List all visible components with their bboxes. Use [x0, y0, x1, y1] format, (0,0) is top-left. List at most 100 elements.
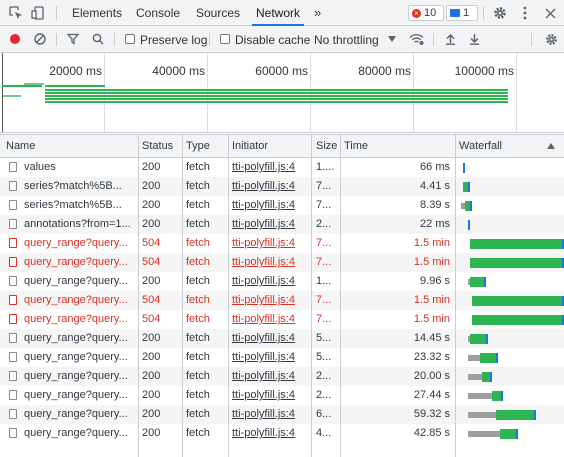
request-initiator-link[interactable]: tti-polyfill.js:4 [232, 253, 310, 272]
request-name[interactable]: query_range?query... [24, 367, 136, 386]
record-icon[interactable] [8, 32, 22, 46]
request-time: 27.44 s [413, 389, 450, 401]
request-initiator-link[interactable]: tti-polyfill.js:4 [232, 272, 310, 291]
settings-gear-icon[interactable] [492, 5, 508, 21]
request-initiator-link[interactable]: tti-polyfill.js:4 [232, 329, 310, 348]
column-header-status[interactable]: Status [142, 135, 173, 157]
column-header-type[interactable]: Type [186, 135, 210, 157]
tab-network[interactable]: Network [251, 0, 305, 26]
request-name[interactable]: query_range?query... [24, 405, 136, 424]
import-har-upload-icon[interactable] [443, 32, 457, 46]
table-row[interactable]: query_range?query... 200 fetch tti-polyfill… [0, 386, 564, 405]
waterfall-download-bar [480, 353, 496, 363]
request-initiator-link[interactable]: tti-polyfill.js:4 [232, 234, 310, 253]
request-initiator-link[interactable]: tti-polyfill.js:4 [232, 158, 310, 177]
timeline-cursor[interactable] [2, 53, 3, 132]
search-icon[interactable] [91, 32, 105, 46]
request-initiator-link[interactable]: tti-polyfill.js:4 [232, 367, 310, 386]
request-size: 7... [316, 237, 332, 249]
waterfall-marker [468, 182, 470, 192]
request-initiator-link[interactable]: tti-polyfill.js:4 [232, 196, 310, 215]
waterfall-download-bar [470, 334, 486, 344]
request-type: fetch [186, 275, 210, 287]
more-tabs-chevron[interactable]: » [314, 0, 321, 26]
table-row[interactable]: query_range?query... 504 fetch tti-polyfill… [0, 253, 564, 272]
clear-icon[interactable] [33, 32, 47, 46]
device-toolbar-icon[interactable] [30, 5, 46, 21]
request-name[interactable]: query_range?query... [24, 424, 136, 443]
request-name[interactable]: series?match%5B... [24, 196, 136, 215]
disable-cache-checkbox[interactable] [220, 34, 230, 44]
column-header-initiator[interactable]: Initiator [232, 135, 268, 157]
request-initiator-link[interactable]: tti-polyfill.js:4 [232, 177, 310, 196]
request-initiator-link[interactable]: tti-polyfill.js:4 [232, 405, 310, 424]
waterfall-waiting-bar [468, 412, 496, 418]
preserve-log-checkbox[interactable] [125, 34, 135, 44]
table-row[interactable]: query_range?query... 200 fetch tti-polyfill… [0, 272, 564, 291]
request-size: 1.... [316, 161, 335, 173]
network-settings-gear-icon[interactable] [543, 32, 559, 46]
export-har-download-icon[interactable] [467, 32, 481, 46]
column-header-waterfall[interactable]: Waterfall [459, 135, 502, 157]
waterfall-waiting-bar [468, 355, 480, 361]
network-conditions-wifi-icon[interactable] [408, 32, 424, 46]
request-time: 23.32 s [413, 351, 450, 363]
waterfall-waiting-bar [468, 393, 492, 399]
request-name[interactable]: query_range?query... [24, 329, 136, 348]
table-row[interactable]: query_range?query... 200 fetch tti-polyfill… [0, 424, 564, 443]
request-time: 1.5 min [413, 237, 450, 249]
request-initiator-link[interactable]: tti-polyfill.js:4 [232, 348, 310, 367]
request-name[interactable]: query_range?query... [24, 253, 136, 272]
error-count-badge[interactable]: × 10 [408, 5, 444, 21]
table-row[interactable]: query_range?query... 200 fetch tti-polyfill… [0, 405, 564, 424]
request-name[interactable]: query_range?query... [24, 310, 136, 329]
request-status: 200 [142, 389, 161, 401]
kebab-menu-icon[interactable] [518, 5, 532, 21]
request-name[interactable]: query_range?query... [24, 291, 136, 310]
preserve-log-label[interactable]: Preserve log [140, 33, 207, 47]
request-status: 200 [142, 351, 161, 363]
inspect-element-icon[interactable] [8, 5, 24, 21]
request-initiator-link[interactable]: tti-polyfill.js:4 [232, 291, 310, 310]
request-name[interactable]: query_range?query... [24, 234, 136, 253]
column-header-name[interactable]: Name [6, 135, 35, 157]
table-row[interactable]: query_range?query... 200 fetch tti-polyfill… [0, 329, 564, 348]
dropdown-arrow-icon[interactable] [387, 33, 397, 45]
column-header-time[interactable]: Time [344, 135, 368, 157]
request-initiator-link[interactable]: tti-polyfill.js:4 [232, 386, 310, 405]
request-name[interactable]: series?match%5B... [24, 177, 136, 196]
table-row[interactable]: annotations?from=1... 200 fetch tti-polyfil… [0, 215, 564, 234]
request-name[interactable]: query_range?query... [24, 386, 136, 405]
waterfall-download-bar [496, 410, 534, 420]
table-row[interactable]: series?match%5B... 200 fetch tti-polyfill.j… [0, 177, 564, 196]
network-overview-timeline[interactable]: 20000 ms 40000 ms 60000 ms 80000 ms 1000… [0, 53, 564, 133]
sort-ascending-icon[interactable] [546, 141, 556, 151]
tab-elements[interactable]: Elements [72, 0, 122, 26]
table-row[interactable]: query_range?query... 200 fetch tti-polyfill… [0, 348, 564, 367]
request-name[interactable]: query_range?query... [24, 272, 136, 291]
request-initiator-link[interactable]: tti-polyfill.js:4 [232, 215, 310, 234]
close-icon[interactable] [542, 5, 558, 21]
column-header-size[interactable]: Size [316, 135, 337, 157]
table-row[interactable]: query_range?query... 504 fetch tti-polyfill… [0, 234, 564, 253]
disable-cache-label[interactable]: Disable cache [235, 33, 310, 47]
tab-console[interactable]: Console [136, 0, 180, 26]
table-row[interactable]: series?match%5B... 200 fetch tti-polyfill.j… [0, 196, 564, 215]
request-name[interactable]: query_range?query... [24, 348, 136, 367]
filter-icon[interactable] [66, 32, 80, 46]
request-status: 200 [142, 408, 161, 420]
request-initiator-link[interactable]: tti-polyfill.js:4 [232, 424, 310, 443]
request-name[interactable]: annotations?from=1... [24, 215, 136, 234]
timeline-tick-label: 60000 ms [255, 64, 308, 78]
table-row[interactable]: query_range?query... 200 fetch tti-polyfill… [0, 367, 564, 386]
tab-sources[interactable]: Sources [196, 0, 240, 26]
table-row[interactable]: query_range?query... 504 fetch tti-polyfill… [0, 291, 564, 310]
table-row[interactable]: query_range?query... 504 fetch tti-polyfill… [0, 310, 564, 329]
message-count-badge[interactable]: 1 [446, 5, 478, 21]
request-initiator-link[interactable]: tti-polyfill.js:4 [232, 310, 310, 329]
request-name[interactable]: values [24, 158, 136, 177]
error-count: 10 [424, 7, 437, 19]
throttling-select[interactable]: No throttling [314, 33, 379, 47]
table-row[interactable]: values 200 fetch tti-polyfill.js:4 1.... 66 m… [0, 158, 564, 177]
waterfall-marker [490, 372, 492, 382]
